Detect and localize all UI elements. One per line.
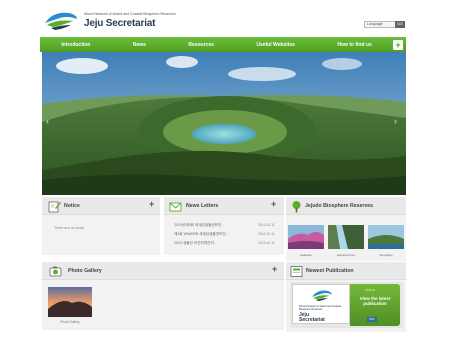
logo-title: Jeju Secretariat (84, 18, 156, 29)
publication-cover[interactable]: World Network of Island and Coastal Bios… (290, 282, 403, 328)
photo-gallery-title: Photo Gallery (68, 268, 102, 274)
logo-mark-icon (45, 12, 77, 30)
news-item[interactable]: 제4회 WNICBR 세계섬생물권보전... (174, 232, 229, 237)
publication-logo-icon (312, 290, 332, 302)
reserve-thumb-hallasan[interactable] (288, 225, 324, 249)
gallery-photo[interactable] (48, 287, 92, 317)
publication-pdf-button[interactable]: PDF (367, 317, 377, 322)
hero-next-arrow[interactable]: › (394, 116, 397, 126)
publication-date-tag: 2013.10 (365, 288, 376, 292)
view-latest-publication-link[interactable]: View the latest publication (355, 296, 395, 306)
nav-item-resources[interactable]: Resources (167, 42, 235, 48)
news-item-date: 2013.10.11 (258, 232, 275, 236)
notice-title: Notice (64, 203, 80, 209)
reserve-thumb-caption: Hallasan (300, 253, 312, 257)
nav-more-button[interactable]: + (392, 39, 403, 50)
site-logo[interactable]: World Network of Island and Coastal Bios… (43, 9, 193, 33)
news-item-date: 2013.10.11 (258, 241, 275, 245)
photo-gallery-panel: Photo Gallery + Photo Gallery (42, 262, 284, 330)
envelope-icon (169, 202, 182, 212)
nav-item-how-to-find-us[interactable]: How to find us (316, 42, 393, 48)
publication-book-title: Jeju Secretariat (299, 312, 325, 324)
photo-gallery-more-button[interactable]: + (272, 264, 277, 274)
logo-subtitle: World Network of Island and Coastal Bios… (84, 12, 176, 16)
main-nav: Introduction News Resources Useful Websi… (40, 37, 406, 52)
news-item[interactable]: 2013 생물권 보전지역관리... (174, 241, 217, 246)
hero-landscape-image (42, 52, 406, 195)
news-item-title[interactable]: 제4회 WNICBR 세계섬생물권보전... (174, 232, 229, 236)
notice-panel: Notice + There are no posts (42, 197, 160, 255)
notice-more-button[interactable]: + (149, 199, 154, 209)
news-letters-header: News Letters + (164, 197, 284, 215)
reserve-thumb-caption: Seogwipo (379, 253, 393, 257)
notice-pencil-icon (48, 201, 61, 213)
news-item[interactable]: 2013년제4회 세계섬생물권보전... (174, 223, 224, 228)
biosphere-reserves-header: Jejudo Biosphere Reserves (286, 197, 406, 215)
publication-book-text: World Network of Island and Coastal Bios… (299, 305, 347, 324)
nav-item-introduction[interactable]: Introduction (40, 42, 112, 48)
photo-gallery-header: Photo Gallery + (42, 262, 284, 280)
news-letters-title: News Letters (186, 203, 219, 209)
hero-prev-arrow[interactable]: ‹ (46, 116, 49, 126)
hero-banner: ‹ › (42, 52, 406, 195)
reserve-thumb-seogwipo[interactable] (368, 225, 404, 249)
nav-item-useful-websites[interactable]: Useful Websites (235, 42, 316, 48)
nav-item-news[interactable]: News (112, 42, 168, 48)
newest-publication-header: Newest Publication (286, 262, 406, 280)
tree-icon (292, 201, 301, 213)
news-letters-panel: News Letters + 2013년제4회 세계섬생물권보전... 2013… (164, 197, 284, 255)
publication-view-panel[interactable]: 2013.10 View the latest publication PDF (350, 284, 400, 326)
newest-publication-title: Newest Publication (306, 268, 354, 274)
camera-icon (49, 266, 62, 277)
notice-panel-header: Notice + (42, 197, 160, 215)
newest-publication-panel: Newest Publication World Network of Isla… (286, 262, 406, 332)
language-go-button[interactable]: GO (395, 21, 405, 28)
news-item-date: 2013.10.11 (258, 223, 275, 227)
reserve-thumb-hyodoncheon[interactable] (328, 225, 364, 249)
gallery-photo-caption: Photo Gallery (60, 320, 80, 324)
news-item-title[interactable]: 2013년제4회 세계섬생물권보전... (174, 223, 224, 227)
publication-book: World Network of Island and Coastal Bios… (292, 284, 350, 324)
publication-book-subtitle: World Network of Island and Coastal Bios… (299, 305, 342, 311)
biosphere-reserves-panel: Jejudo Biosphere Reserves Hallasan Hyodo… (286, 197, 406, 261)
notice-empty-text: There are no posts (54, 226, 85, 230)
site-header: World Network of Island and Coastal Bios… (0, 0, 457, 36)
news-letters-more-button[interactable]: + (271, 199, 276, 209)
book-icon (290, 266, 303, 277)
biosphere-reserves-title: Jejudo Biosphere Reserves (305, 203, 374, 209)
reserve-thumb-caption: Hyodoncheon (336, 253, 356, 257)
news-item-title[interactable]: 2013 생물권 보전지역관리... (174, 241, 217, 245)
